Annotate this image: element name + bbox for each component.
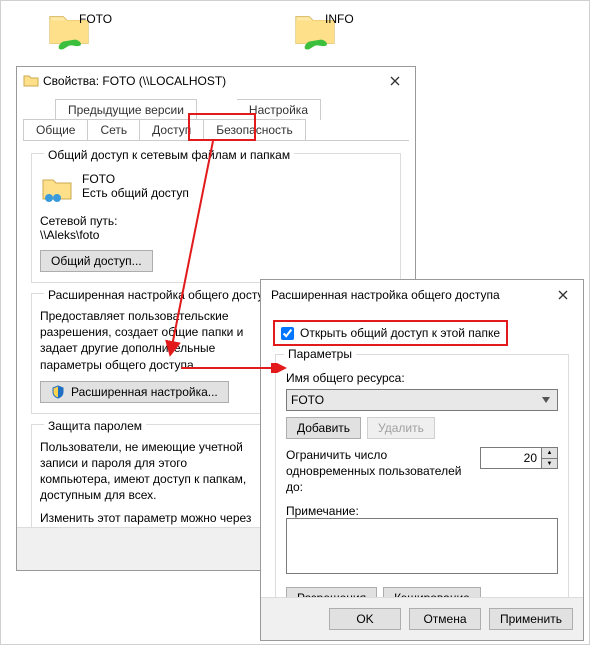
tabs-container: Предыдущие версии Настройка Общие Сеть Д… [23, 99, 409, 141]
add-button[interactable]: Добавить [286, 417, 361, 439]
chevron-down-icon [539, 397, 553, 403]
share-folder-label[interactable]: Открыть общий доступ к этой папке [300, 326, 500, 340]
share-checkbox-highlight: Открыть общий доступ к этой папке [273, 320, 508, 346]
user-limit-input[interactable] [481, 448, 541, 468]
close-button[interactable] [381, 72, 409, 90]
note-textarea[interactable] [286, 518, 558, 574]
share-status: Есть общий доступ [82, 186, 189, 200]
folder-label[interactable]: INFO [325, 12, 354, 26]
advanced-sharing-dialog: Расширенная настройка общего доступа Отк… [260, 279, 584, 641]
user-limit-spinner[interactable]: ▲ ▼ [480, 447, 558, 469]
tab-security[interactable]: Безопасность [204, 119, 306, 140]
remove-button: Удалить [367, 417, 435, 439]
pwd-desc: Пользователи, не имеющие учетной записи … [40, 439, 260, 504]
cancel-button[interactable]: Отмена [409, 608, 481, 630]
shield-icon [51, 385, 65, 399]
dialog-title: Свойства: FOTO (\\LOCALHOST) [39, 74, 381, 88]
share-name-combo[interactable]: FOTO [286, 389, 558, 411]
advanced-share-button[interactable]: Расширенная настройка... [40, 381, 229, 403]
limit-label: Ограничить число одновременных пользоват… [286, 447, 466, 496]
parameters-fieldset: Параметры Имя общего ресурса: FOTO Добав… [275, 354, 569, 626]
tab-previous-versions[interactable]: Предыдущие версии [55, 99, 197, 120]
netpath-label: Сетевой путь: [40, 214, 392, 228]
note-label: Примечание: [286, 504, 558, 518]
share-folder-checkbox[interactable] [281, 327, 294, 340]
tab-sharing[interactable]: Доступ [140, 119, 204, 140]
dialog2-title: Расширенная настройка общего доступа [267, 288, 549, 302]
spinner-down[interactable]: ▼ [541, 458, 557, 468]
tab-customize[interactable]: Настройка [237, 99, 321, 120]
tab-general[interactable]: Общие [23, 119, 88, 140]
folder-label[interactable]: FOTO [79, 12, 112, 26]
folder-small-icon [23, 73, 39, 89]
close-button[interactable] [549, 286, 577, 304]
share-button[interactable]: Общий доступ... [40, 250, 153, 272]
apply-button[interactable]: Применить [489, 608, 573, 630]
shared-folder-icon [40, 172, 74, 206]
ok-button[interactable]: OK [329, 608, 401, 630]
spinner-up[interactable]: ▲ [541, 448, 557, 458]
share-folder-name: FOTO [82, 172, 189, 186]
netpath-value: \\Aleks\foto [40, 228, 392, 242]
tab-network[interactable]: Сеть [88, 119, 140, 140]
group-network-share: Общий доступ к сетевым файлам и папкам F… [31, 153, 401, 283]
adv-share-desc: Предоставляет пользовательские разрешени… [40, 308, 260, 373]
share-name-label: Имя общего ресурса: [286, 371, 558, 385]
